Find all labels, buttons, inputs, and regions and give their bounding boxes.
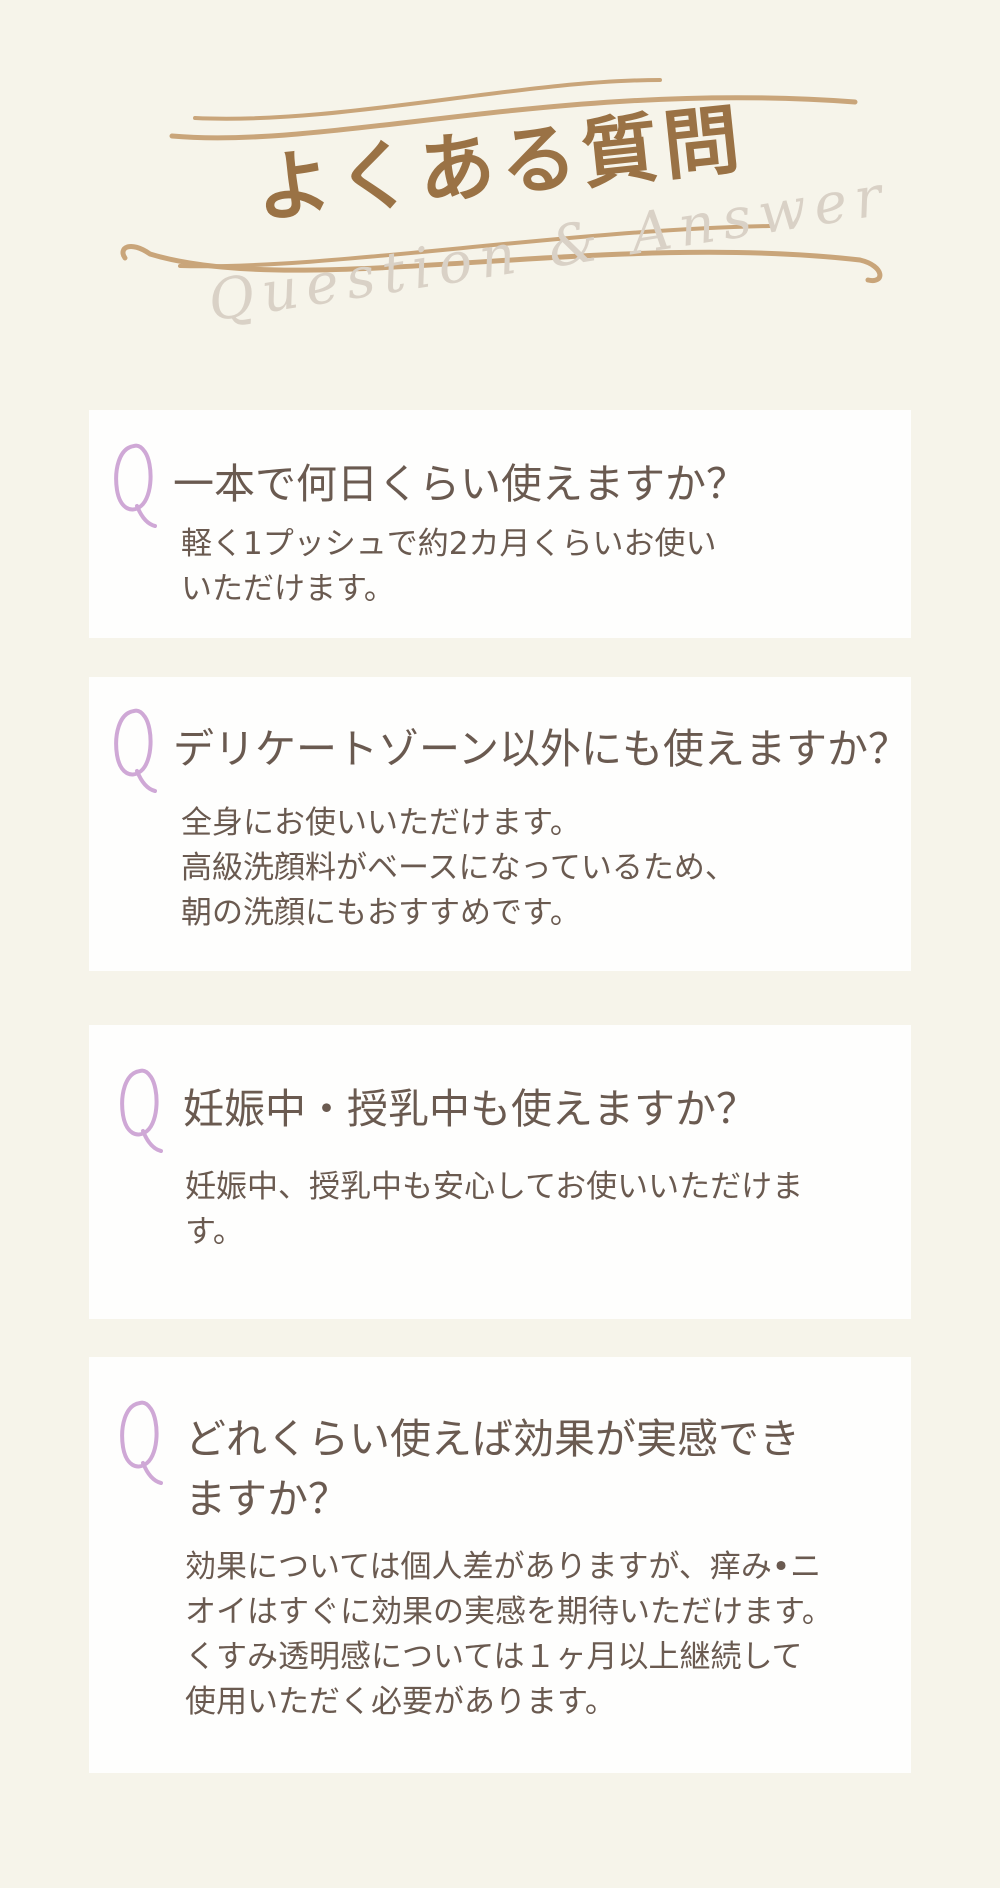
faq-question: どれくらい使えば効果が実感でき ますか？: [185, 1415, 800, 1523]
faq-question: 一本で何日くらい使えますか？: [173, 460, 747, 508]
faq-answer: 効果については個人差がありますが、痒み•ニ オイはすぐに効果の実感を期待いただけ…: [185, 1549, 833, 1720]
letter-q-icon: [114, 443, 157, 528]
faq-card-4: どれくらい使えば効果が実感でき ますか？ 効果については個人差がありますが、痒み…: [89, 1357, 911, 1773]
faq-question: 妊娠中・授乳中も使えますか？: [183, 1085, 757, 1133]
faq-answer: 軽く1プッシュで約2カ月くらいお使い いただけます。: [181, 526, 717, 607]
letter-q-icon: [120, 1400, 163, 1485]
faq-card-2: デリケートゾーン以外にも使えますか？ 全身にお使いいただけます。 高級洗顔料がベ…: [89, 677, 911, 971]
faq-answer: 全身にお使いいただけます。 高級洗顔料がベースになっているため、 朝の洗顔にもお…: [181, 805, 736, 931]
letter-q-icon: [120, 1068, 163, 1153]
faq-question: デリケートゾーン以外にも使えますか？: [173, 725, 909, 773]
faq-answer: 妊娠中、授乳中も安心してお使いいただけま す。: [185, 1169, 804, 1250]
letter-q-icon: [114, 708, 157, 793]
faq-header: よくある質問 Question & Answer: [0, 0, 1000, 400]
faq-card-1: 一本で何日くらい使えますか？ 軽く1プッシュで約2カ月くらいお使い いただけます…: [89, 410, 911, 638]
faq-card-3: 妊娠中・授乳中も使えますか？ 妊娠中、授乳中も安心してお使いいただけま す。: [89, 1025, 911, 1319]
